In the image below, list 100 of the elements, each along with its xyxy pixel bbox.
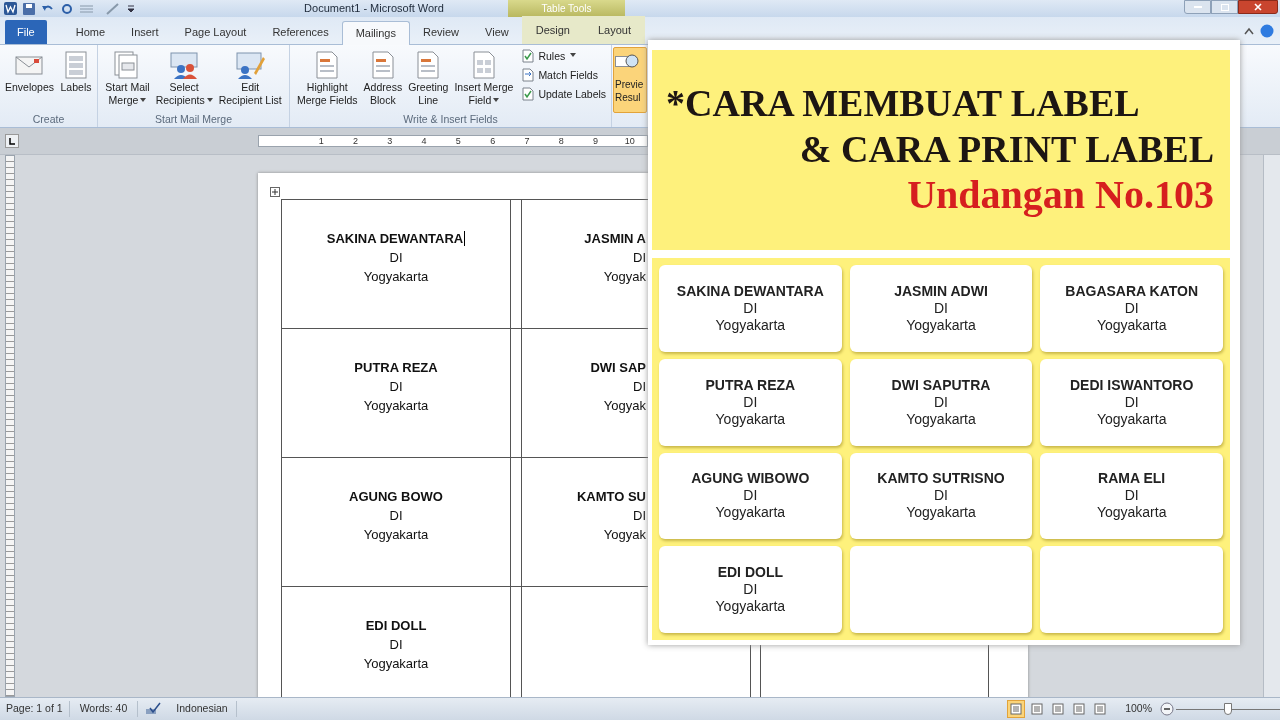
ruler-number: 9: [592, 136, 600, 146]
zoom-slider-thumb[interactable]: [1224, 703, 1232, 715]
ribbon-group-label: Create: [31, 113, 66, 127]
people-icon: [168, 49, 201, 81]
ribbon-tab[interactable]: Review: [410, 20, 473, 44]
label-name: EDI DOLL: [365, 617, 427, 635]
ribbon-tab[interactable]: File: [5, 20, 47, 44]
ribbon-tab[interactable]: Home: [62, 20, 119, 44]
ribbon-button[interactable]: Highlight Merge Fields: [294, 49, 360, 107]
word-count[interactable]: Words: 40: [69, 701, 139, 717]
label-text: Yogyakarta: [715, 316, 786, 334]
ribbon-group-label: Write & Insert Fields: [402, 113, 499, 127]
label-name: SAKINA DEWANTARA: [326, 230, 464, 248]
caret-icon: [570, 53, 577, 57]
ribbon-button[interactable]: Envelopes: [2, 49, 56, 94]
label-text: DI: [1124, 487, 1139, 505]
document-check-icon: [521, 49, 536, 63]
view-button[interactable]: [1007, 700, 1026, 718]
ruler-number: 2: [351, 136, 359, 146]
ribbon-tab[interactable]: Mailings: [341, 21, 410, 45]
label-text: Yogyakarta: [906, 410, 976, 428]
label-text: DI: [743, 581, 758, 599]
ribbon-small-button[interactable]: Update Labels: [521, 87, 607, 101]
ribbon-tab[interactable]: Layout: [584, 16, 645, 44]
minimize-ribbon-icon[interactable]: [1244, 26, 1254, 35]
label-name: BAGASARA KATON: [1065, 282, 1199, 300]
maximize-button[interactable]: [1211, 0, 1238, 14]
label-text: DI: [633, 378, 646, 396]
page-view-icon: [1073, 703, 1086, 715]
caret-icon: [206, 98, 213, 103]
window-title: Document1 - Microsoft Word: [304, 3, 444, 14]
label-text: DI: [633, 507, 646, 525]
label-name: DWI SAPUTRA: [891, 376, 991, 394]
close-button[interactable]: [1238, 0, 1278, 14]
word-logo-icon[interactable]: [4, 2, 17, 15]
label-name: SAKINA DEWANTARA: [676, 282, 824, 300]
table-move-handle-icon[interactable]: [270, 187, 280, 197]
tab-selector-icon[interactable]: [5, 134, 19, 148]
label-text: Yogyakarta: [363, 268, 429, 286]
text-cursor: [464, 231, 466, 246]
ruler-number: 5: [454, 136, 462, 146]
banner-heading: *CARA MEMBUAT LABEL: [665, 81, 1140, 126]
page-count[interactable]: Page: 1 of 1: [0, 701, 70, 717]
label-text: Yogyakarta: [715, 504, 786, 522]
label-name: PUTRA REZA: [354, 359, 438, 377]
close-icon: [1254, 3, 1262, 11]
label-text: DI: [389, 249, 403, 267]
caret-icon: [140, 98, 147, 103]
ruler-number: 7: [523, 136, 531, 146]
ribbon-tab[interactable]: Page Layout: [171, 20, 260, 44]
page-view-icon: [1094, 703, 1107, 715]
page-view-icon: [1010, 703, 1023, 715]
zoom-slider[interactable]: [1176, 703, 1280, 715]
ribbon-button[interactable]: Insert Merge Field: [452, 49, 516, 107]
label-text: Yogyakarta: [363, 526, 429, 544]
ribbon-button[interactable]: Start Mail Merge: [103, 49, 152, 107]
zoom-level[interactable]: 100%: [1125, 701, 1152, 717]
ribbon-tab[interactable]: View: [472, 20, 522, 44]
label-text: DI: [633, 249, 646, 267]
caret-icon: [493, 98, 500, 103]
page-view-icon: [1052, 703, 1065, 715]
ribbon-small-button[interactable]: Rules: [521, 49, 607, 63]
language-indicator[interactable]: Indonesian: [168, 701, 237, 717]
preview-results-button[interactable]: Previe Resul: [613, 47, 647, 113]
label-text: DI: [934, 487, 948, 505]
label-text: DI: [743, 393, 758, 411]
ribbon-button[interactable]: Address Block: [361, 49, 405, 107]
customize-toolbar-icon[interactable]: [127, 3, 135, 14]
label-text: Yogyakarta: [363, 397, 429, 415]
contextual-tab-header: Table Tools: [508, 0, 625, 17]
ribbon-button[interactable]: Edit Recipient List: [216, 49, 284, 107]
label-name: EDI DOLL: [717, 564, 783, 582]
save-icon[interactable]: [23, 2, 35, 15]
label-text: DI: [1124, 299, 1139, 317]
ribbon-button[interactable]: Select Recipients: [153, 49, 215, 107]
ribbon-button[interactable]: Labels: [58, 49, 94, 94]
ruler-number: 10: [623, 136, 636, 146]
ribbon-button[interactable]: Greeting Line: [406, 49, 451, 107]
label-name: JASMIN ADWI: [894, 282, 988, 300]
ribbon-tab[interactable]: References: [259, 20, 342, 44]
ribbon-tab[interactable]: Design: [521, 16, 584, 44]
minimize-button[interactable]: [1184, 0, 1211, 14]
label-name: AGUNG BOWO: [349, 488, 443, 506]
label-text: DI: [934, 299, 948, 317]
label-text: Yogyakarta: [363, 655, 429, 673]
label-text: Yogyakarta: [715, 598, 786, 616]
label-text: DI: [1124, 393, 1139, 411]
vertical-scrollbar[interactable]: [1263, 155, 1280, 697]
banner-heading: Undangan No.103: [907, 172, 1215, 218]
label-text: DI: [934, 393, 948, 411]
proofing-icon[interactable]: [145, 702, 162, 716]
label-text: DI: [743, 487, 758, 505]
zoom-out-icon[interactable]: [1160, 702, 1174, 716]
ribbon-small-button[interactable]: Match Fields: [521, 68, 607, 82]
label-text: DI: [389, 378, 403, 396]
label-text: Yogyakarta: [715, 410, 786, 428]
label-text: DI: [389, 636, 403, 654]
ribbon-tab[interactable]: Insert: [118, 20, 172, 44]
ruler-number: 4: [420, 136, 428, 146]
label-text: Yogyakarta: [1096, 504, 1167, 522]
